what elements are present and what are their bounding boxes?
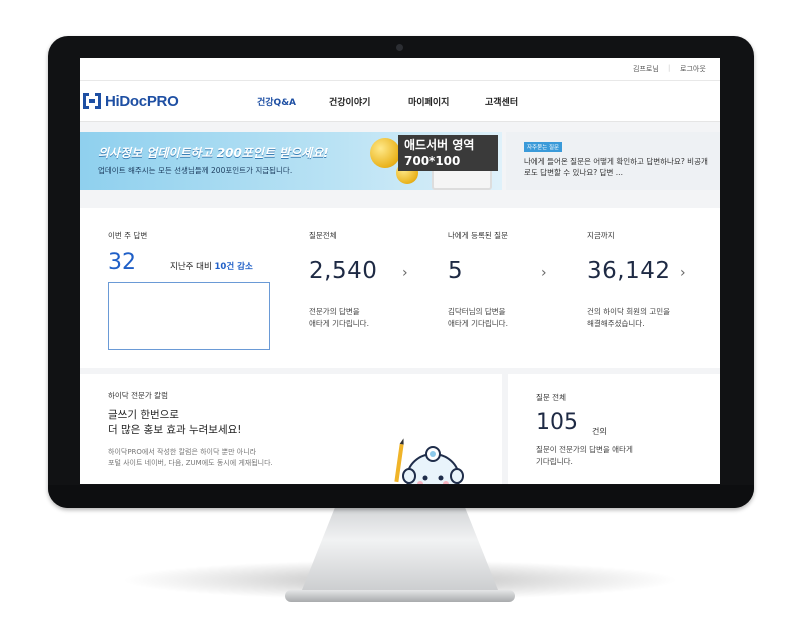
total-questions-label: 질문전체 — [309, 231, 337, 240]
ad-area-label: 애드서버 영역 700*100 — [398, 135, 498, 171]
utility-bar: 김프로님 | 로그아웃 — [80, 58, 720, 81]
week-compare-prefix: 지난주 대비 — [170, 262, 212, 272]
nav-item-health-qa[interactable]: 건강Q&A — [257, 95, 296, 108]
monitor-chin — [48, 485, 754, 508]
my-questions-label: 나에게 등록된 질문 — [448, 231, 508, 240]
desc-line: 전문가의 답변을 — [309, 307, 360, 316]
total-card-title: 질문 전체 — [536, 393, 566, 402]
week-compare-value: 10건 감소 — [214, 262, 253, 272]
week-answers-value: 32 — [108, 250, 136, 275]
total-questions-card[interactable]: 질문 전체 105 건의 질문이 전문가의 답변을 애타게기다립니다. — [508, 374, 720, 484]
so-far-desc: 건의 하이닥 회원의 고민을해결해주셨습니다. — [587, 306, 707, 330]
logout-link[interactable]: 로그아웃 — [680, 64, 706, 74]
total-card-unit: 건의 — [592, 427, 607, 436]
total-card-value: 105 — [536, 410, 578, 435]
expert-column-card[interactable]: 하이닥 전문가 칼럼 글쓰기 한번으로더 많은 홍보 효과 누려보세요! 하이닥… — [80, 374, 502, 484]
chevron-right-icon[interactable]: › — [541, 265, 547, 281]
total-card-desc: 질문이 전문가의 답변을 애타게기다립니다. — [536, 444, 676, 468]
desc-line: 질문이 전문가의 답변을 애타게 — [536, 445, 633, 454]
chevron-right-icon[interactable]: › — [680, 265, 686, 281]
desc-line: 애타게 기다립니다. — [309, 319, 369, 328]
desc-line: 김닥터님의 답변을 — [448, 307, 506, 316]
headline-line: 더 많은 홍보 효과 누려보세요! — [108, 424, 242, 436]
coin-icon — [370, 138, 400, 168]
desc-line: 하이닥PRO에서 작성한 칼럼은 하이닥 뿐만 아니라 — [108, 448, 257, 456]
ad-headline: 의사정보 업데이트하고 200포인트 받으세요! — [98, 146, 329, 160]
total-questions-value[interactable]: 2,540 — [309, 258, 377, 284]
nav-item-customer-center[interactable]: 고객센터 — [485, 95, 518, 108]
faq-question[interactable]: 나에게 들어온 질문은 어떻게 확인하고 답변하나요? 비공개로도 답변할 수 … — [524, 156, 710, 178]
desc-line: 애타게 기다립니다. — [448, 319, 508, 328]
my-questions-desc: 김닥터님의 답변을애타게 기다립니다. — [448, 306, 568, 330]
so-far-value[interactable]: 36,142 — [587, 258, 670, 284]
ad-area-title: 애드서버 영역 — [404, 138, 475, 152]
desc-line: 기다립니다. — [536, 457, 573, 466]
nav-item-health-story[interactable]: 건강이야기 — [329, 95, 370, 108]
main-nav: HiDocPRO 건강Q&A 건강이야기 마이페이지 고객센터 — [80, 81, 720, 122]
stats-panel: 이번 주 답변 32 지난주 대비 10건 감소 질문전체 2,540 › 전문… — [80, 208, 720, 368]
desc-line: 포털 사이트 네이버, 다음, ZUM에도 동시에 게재됩니다. — [108, 459, 273, 467]
nav-item-mypage[interactable]: 마이페이지 — [408, 95, 449, 108]
logo-text: HiDocPRO — [105, 92, 179, 110]
ad-area-size: 700*100 — [404, 154, 461, 168]
screen: 김프로님 | 로그아웃 HiDocPRO 건강Q&A 건강이야기 마이페이지 고… — [80, 58, 720, 484]
doctor-mascot-icon — [394, 438, 464, 484]
column-title: 하이닥 전문가 칼럼 — [108, 391, 168, 400]
faq-box[interactable]: 자주묻는 질문 나에게 들어온 질문은 어떻게 확인하고 답변하나요? 비공개로… — [506, 132, 720, 190]
desc-line: 건의 하이닥 회원의 고민을 — [587, 307, 671, 316]
headline-line: 글쓰기 한번으로 — [108, 409, 179, 421]
logo-mark-icon — [83, 93, 101, 109]
faq-badge: 자주묻는 질문 — [524, 142, 563, 152]
desc-line: 해결해주셨습니다. — [587, 319, 645, 328]
column-headline: 글쓰기 한번으로더 많은 홍보 효과 누려보세요! — [108, 408, 241, 438]
chevron-right-icon[interactable]: › — [402, 265, 408, 281]
my-questions-value[interactable]: 5 — [448, 258, 463, 284]
logo[interactable]: HiDocPRO — [83, 91, 179, 111]
monitor-stand-base — [285, 590, 515, 602]
total-questions-desc: 전문가의 답변을애타게 기다립니다. — [309, 306, 429, 330]
ad-subline: 업데이트 해주시는 모든 선생님들께 200포인트가 지급됩니다. — [98, 166, 293, 175]
divider: | — [668, 64, 671, 72]
user-name-link[interactable]: 김프로님 — [633, 64, 659, 74]
week-compare: 지난주 대비 10건 감소 — [170, 260, 253, 272]
monitor-stand — [298, 508, 502, 600]
week-answers-label: 이번 주 답변 — [108, 231, 148, 240]
column-desc: 하이닥PRO에서 작성한 칼럼은 하이닥 뿐만 아니라포털 사이트 네이버, 다… — [108, 447, 273, 469]
so-far-label: 지금까지 — [587, 231, 615, 240]
week-chart-box — [108, 282, 270, 350]
camera-icon — [396, 44, 403, 51]
